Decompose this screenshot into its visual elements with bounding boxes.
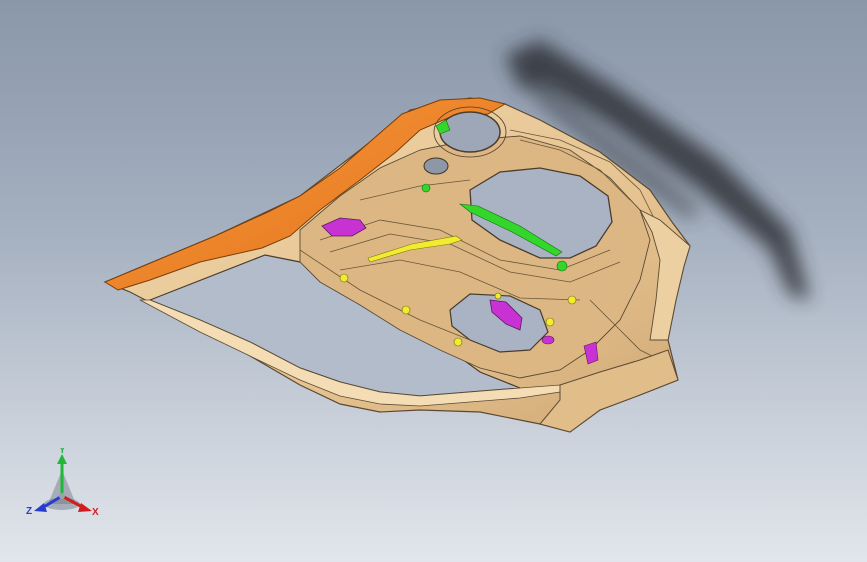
fastener[interactable] — [545, 317, 555, 327]
z-axis-label: Z — [26, 506, 32, 517]
graphics-viewport[interactable]: Y Z X — [0, 0, 867, 562]
speaker-hole — [439, 111, 501, 153]
green-feature-dot-1[interactable] — [556, 260, 568, 272]
fastener[interactable] — [567, 295, 577, 305]
green-feature-dot-2[interactable] — [421, 183, 431, 193]
fastener[interactable] — [453, 337, 463, 347]
x-axis-label: X — [92, 507, 99, 518]
triad-origin — [59, 493, 65, 499]
model-view[interactable] — [0, 0, 867, 562]
magenta-feature-small[interactable] — [541, 335, 555, 345]
fastener[interactable] — [494, 292, 502, 300]
small-hole — [423, 157, 449, 175]
fastener[interactable] — [339, 273, 349, 283]
y-axis-label: Y — [59, 448, 66, 456]
fastener[interactable] — [401, 305, 411, 315]
orientation-triad[interactable]: Y Z X — [26, 448, 106, 524]
